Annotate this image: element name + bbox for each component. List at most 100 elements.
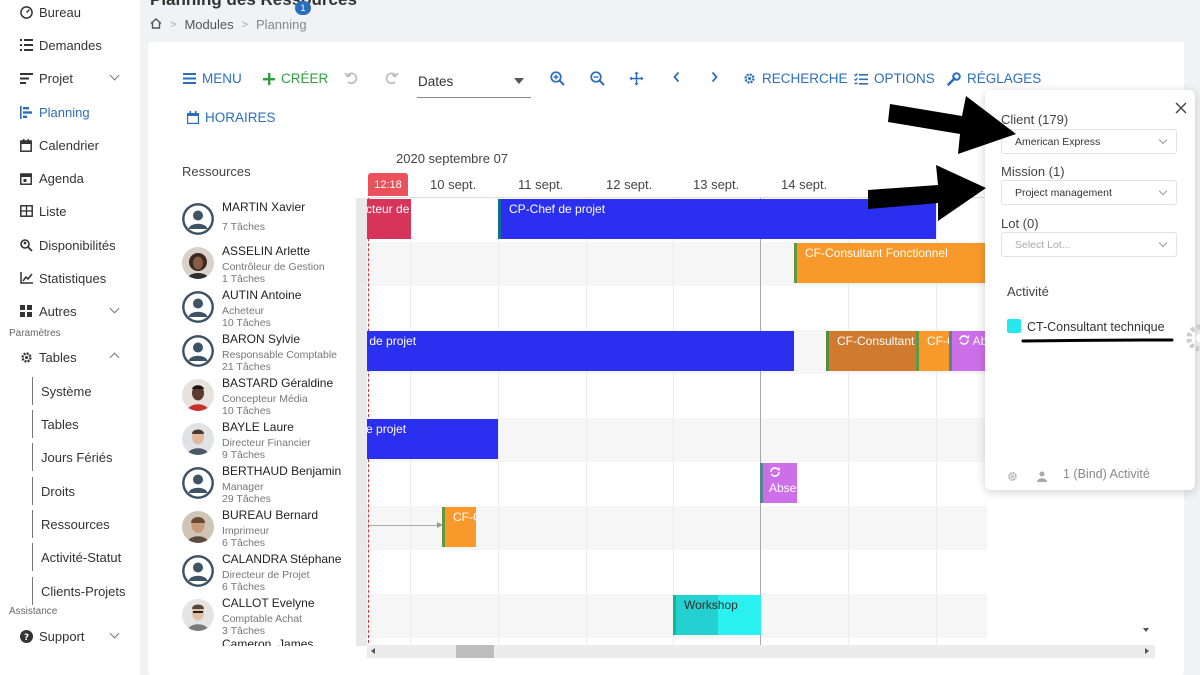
resource-row[interactable]: CALANDRA Stéphane Directeur de Projet 6 … <box>178 550 356 594</box>
resource-row[interactable]: BERTHAUD Benjamin Manager 29 Tâches <box>178 462 356 506</box>
sub-item-systeme[interactable]: Système <box>32 377 137 405</box>
resource-role: Acheteur <box>222 305 265 317</box>
grid-icon <box>19 304 33 318</box>
create-button[interactable]: CRÉER <box>263 71 328 86</box>
nav-item-projet[interactable]: Projet <box>0 63 140 93</box>
sub-item-jours-feries[interactable]: Jours Fériés <box>32 443 137 471</box>
resource-row[interactable]: BASTARD Géraldine Concepteur Média 10 Tâ… <box>178 374 356 418</box>
user-icon[interactable] <box>1037 469 1047 487</box>
resource-row[interactable]: MARTIN Xavier 7 Tâches <box>178 198 356 242</box>
avatar <box>182 247 214 279</box>
hours-button[interactable]: HORAIRES <box>187 110 276 125</box>
chevron-down-icon <box>1158 135 1168 145</box>
next-button[interactable] <box>710 71 719 83</box>
search-button[interactable]: RECHERCHE <box>743 71 848 86</box>
redo-button[interactable] <box>385 71 399 85</box>
hours-label: HORAIRES <box>205 110 276 125</box>
options-button[interactable]: OPTIONS <box>854 71 935 86</box>
scroll-down-icon[interactable] <box>1143 628 1149 632</box>
resource-row[interactable]: CALLOT Evelyne Comptable Achat 3 Tâches <box>178 594 356 638</box>
task-bar[interactable]: Workshop <box>673 595 761 635</box>
settings-gear-icon[interactable] <box>1182 322 1200 359</box>
nav-item-calendrier[interactable]: Calendrier <box>0 130 140 160</box>
nav-item-planning[interactable]: Planning <box>0 97 140 127</box>
splitter[interactable] <box>356 198 367 646</box>
menu-label: MENU <box>202 71 242 86</box>
dates-select[interactable]: Dates <box>417 66 531 98</box>
scroll-left-icon[interactable] <box>371 648 375 654</box>
prev-button[interactable] <box>672 71 681 83</box>
sub-item-droits[interactable]: Droits <box>32 477 137 505</box>
resource-row[interactable]: BUREAU Bernard Imprimeur 6 Tâches <box>178 506 356 550</box>
close-icon[interactable] <box>1173 100 1189 116</box>
chevron-left-icon <box>673 71 680 83</box>
plus-icon <box>263 72 275 85</box>
menu-button[interactable]: MENU <box>183 71 242 86</box>
zoom-out-button[interactable] <box>590 71 605 86</box>
home-icon[interactable] <box>150 17 162 32</box>
sub-item-clients-projets[interactable]: Clients-Projets <box>32 577 137 605</box>
task-bar[interactable]: Directeur de projet <box>367 199 411 239</box>
resource-tasks: 7 Tâches <box>222 221 265 233</box>
nav-item-demandes[interactable]: Demandes <box>0 30 140 60</box>
resource-row[interactable]: BARON Sylvie Responsable Comptable 21 Tâ… <box>178 330 356 374</box>
gear-icon <box>743 72 756 85</box>
mission-select[interactable]: Project management <box>1001 180 1177 205</box>
breadcrumb-separator: > <box>241 18 249 31</box>
sub-item-ressources[interactable]: Ressources <box>32 510 137 538</box>
avatar <box>182 423 214 455</box>
activity-item[interactable]: CT-Consultant technique <box>1027 320 1165 334</box>
today-line <box>760 198 761 648</box>
task-bar[interactable]: CP-Chef de projet <box>367 419 498 459</box>
nav-item-autres[interactable]: Autres <box>0 296 140 326</box>
nav-item-agenda[interactable]: Agenda <box>0 163 140 193</box>
resource-name: AUTIN Antoine <box>222 288 302 302</box>
settings-button[interactable]: RÉGLAGES <box>947 71 1041 86</box>
nav-item-bureau[interactable]: Bureau <box>0 0 140 27</box>
scroll-right-icon[interactable] <box>1145 648 1149 654</box>
task-bar[interactable]: CF-Consultant Fonctionnel <box>826 331 916 371</box>
nav-label: Liste <box>39 203 67 219</box>
resource-tasks: 3 Tâches <box>222 625 265 637</box>
nav-item-tables[interactable]: Tables <box>0 342 140 372</box>
move-button[interactable] <box>629 71 644 86</box>
zoom-out-icon <box>590 71 605 86</box>
checklist-icon <box>854 72 868 85</box>
breadcrumb: > Modules > Planning <box>150 17 307 32</box>
breadcrumb-modules[interactable]: Modules <box>184 17 233 32</box>
task-bar[interactable]: CP-Chef de projet <box>367 331 794 371</box>
task-bar[interactable]: CF-Consultant Fonctionnel <box>916 331 949 371</box>
gear-icon <box>19 350 33 364</box>
task-bar[interactable]: CF-Consultant Fonctionnel <box>442 507 476 547</box>
gear-icon[interactable] <box>1007 469 1018 487</box>
dashboard-icon <box>19 5 33 19</box>
horizontal-scrollbar[interactable] <box>367 645 1155 658</box>
resource-tasks: 1 Tâches <box>222 273 265 285</box>
nav-item-support[interactable]: ? Support <box>0 621 140 651</box>
create-label: CRÉER <box>281 71 329 86</box>
nav-item-statistiques[interactable]: Statistiques <box>0 263 140 293</box>
task-label: Absence <box>769 481 797 496</box>
chevron-down-icon <box>109 303 120 314</box>
resource-name: BERTHAUD Benjamin <box>222 464 342 478</box>
lot-select[interactable]: Select Lot... <box>1001 232 1177 257</box>
zoom-in-button[interactable] <box>550 71 565 86</box>
scrollbar-thumb[interactable] <box>456 645 494 658</box>
sub-item-activite-statut[interactable]: Activité-Statut <box>32 543 137 571</box>
mission-select-value: Project management <box>1015 186 1112 199</box>
task-bar[interactable]: Absence <box>949 331 987 371</box>
resource-name: ASSELIN Arlette <box>222 244 311 258</box>
task-bar[interactable]: Absence <box>760 463 797 503</box>
annotation-arrow-icon <box>888 96 1016 154</box>
resource-row[interactable]: AUTIN Antoine Acheteur 10 Tâches <box>178 286 356 330</box>
task-bar[interactable]: CF-Consultant Fonctionnel <box>794 243 987 283</box>
nav-item-liste[interactable]: Liste <box>0 196 140 226</box>
nav-item-disponibilites[interactable]: Disponibilités <box>0 230 140 260</box>
resource-row[interactable]: BAYLE Laure Directeur Financier 9 Tâches <box>178 418 356 462</box>
task-label: CP-Chef de projet <box>509 202 606 216</box>
undo-button[interactable] <box>344 71 358 85</box>
resource-row[interactable]: Cameron, James <box>178 638 356 646</box>
sub-item-tables[interactable]: Tables <box>32 410 137 438</box>
resource-row[interactable]: ASSELIN Arlette Contrôleur de Gestion 1 … <box>178 242 356 286</box>
resource-name: CALANDRA Stéphane <box>222 552 342 566</box>
